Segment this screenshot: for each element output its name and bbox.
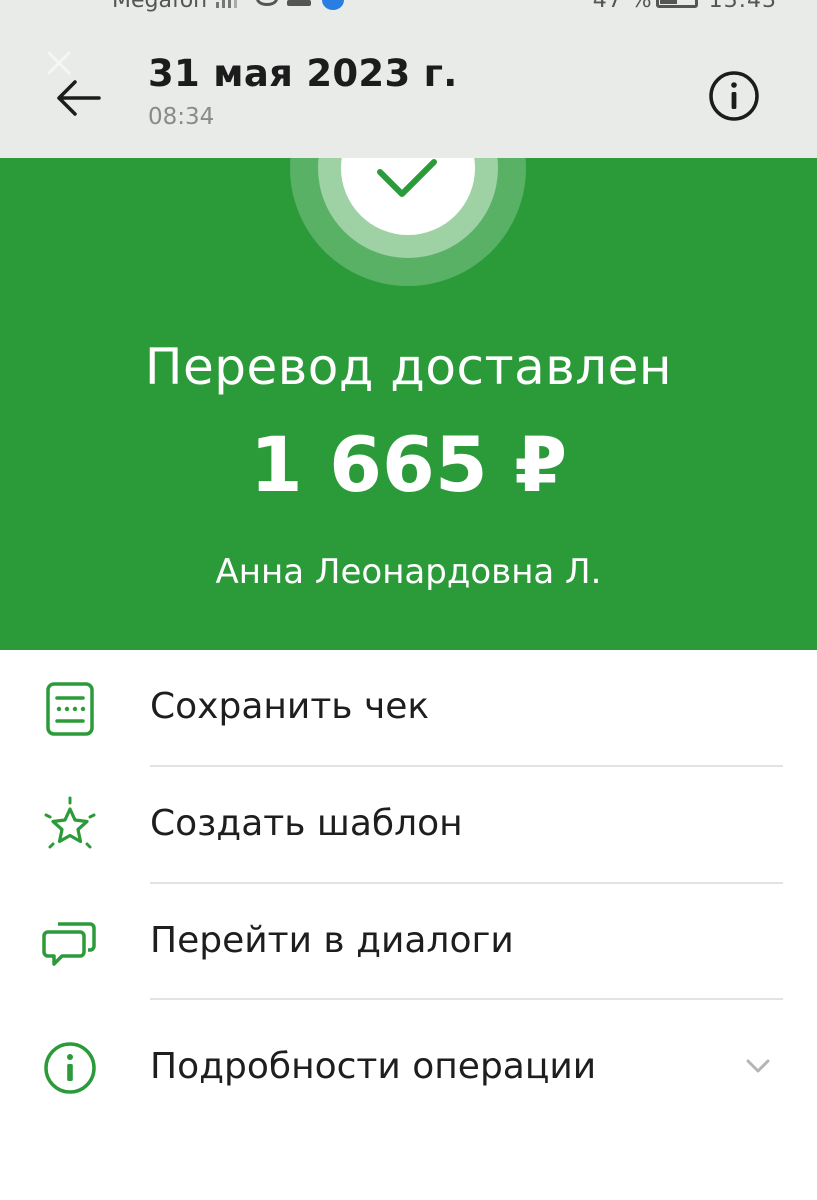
back-button[interactable] — [48, 68, 108, 128]
status-right: 47 % 13:43 — [593, 0, 777, 13]
page-title: 31 мая 2023 г. — [148, 52, 458, 95]
operation-details-label: Подробности операции — [150, 1046, 597, 1087]
divider — [150, 998, 783, 1000]
transfer-amount: 1 665 ₽ — [249, 420, 568, 509]
app-notification-icon — [322, 0, 344, 10]
star-icon — [44, 796, 96, 849]
transfer-status-panel: Перевод доставлен 1 665 ₽ Анна Леонардов… — [0, 158, 817, 650]
status-bar: Megafon 47 % 13:43 — [0, 0, 817, 18]
chat-icon — [42, 922, 96, 966]
info-button[interactable] — [706, 68, 762, 124]
page-subtitle-time: 08:34 — [148, 104, 215, 130]
open-dialogs-item[interactable]: Перейти в диалоги — [0, 884, 817, 1000]
info-icon — [44, 1042, 96, 1094]
carrier-name: Megafon — [112, 0, 208, 13]
wifi-icon — [256, 0, 278, 6]
signal-icon — [216, 0, 237, 8]
notification-icon — [287, 0, 311, 6]
chevron-down-icon[interactable] — [744, 1056, 772, 1076]
check-icon — [377, 159, 437, 197]
status-clock: 13:43 — [708, 0, 777, 13]
save-receipt-label: Сохранить чек — [150, 686, 430, 727]
app-bar: 31 мая 2023 г. 08:34 — [0, 18, 817, 158]
recipient-name: Анна Леонардовна Л. — [215, 552, 602, 592]
create-template-label: Создать шаблон — [150, 803, 463, 844]
transfer-status-title: Перевод доставлен — [144, 338, 673, 396]
operation-details-item[interactable]: Подробности операции — [0, 1010, 817, 1126]
save-receipt-item[interactable]: Сохранить чек — [0, 650, 817, 766]
open-dialogs-label: Перейти в диалоги — [150, 920, 514, 961]
battery-level: 47 % — [592, 0, 653, 13]
arrow-left-icon — [57, 80, 101, 116]
receipt-icon — [46, 682, 94, 736]
create-template-item[interactable]: Создать шаблон — [0, 767, 817, 883]
